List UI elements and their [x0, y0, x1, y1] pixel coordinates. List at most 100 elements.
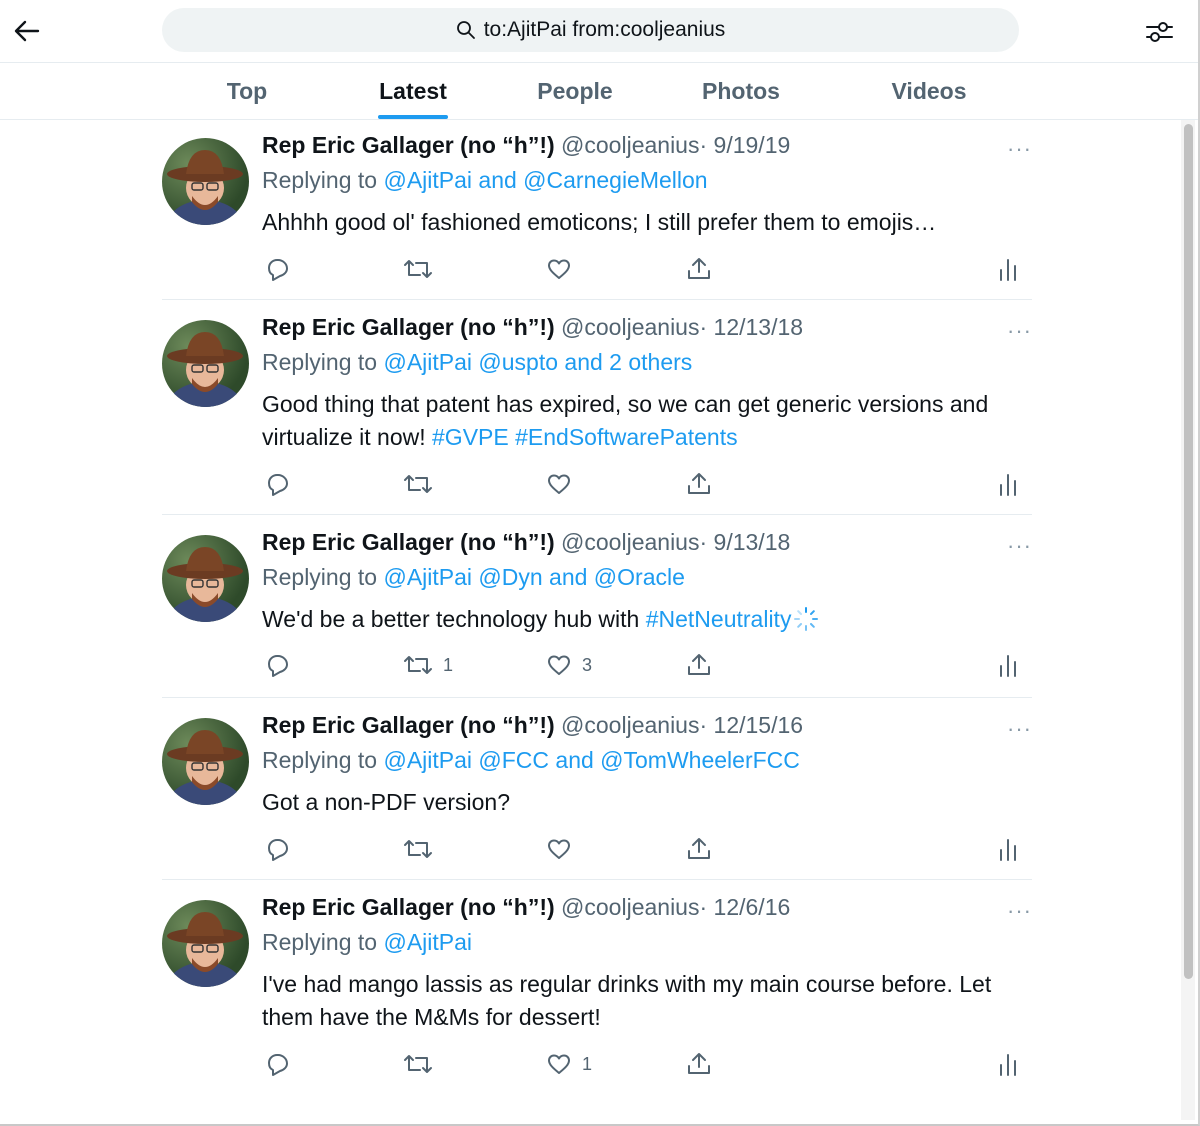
tab-latest[interactable]: Latest [356, 63, 470, 119]
retweet-icon [404, 260, 432, 278]
replying-to-links[interactable]: @AjitPai [383, 929, 472, 955]
replying-to-links[interactable]: @AjitPai @FCC and @TomWheelerFCC [383, 747, 799, 773]
reply-button[interactable] [264, 647, 290, 683]
author-name[interactable]: Rep Eric Gallager (no “h”!) [262, 132, 555, 158]
tweet-header: Rep Eric Gallager (no “h”!) @cooljeanius… [262, 529, 790, 556]
share-icon [688, 654, 710, 675]
analytics-button[interactable] [998, 1046, 1018, 1082]
retweet-button[interactable]: 1 [403, 647, 453, 683]
tab-videos[interactable]: Videos [870, 63, 988, 119]
author-name[interactable]: Rep Eric Gallager (no “h”!) [262, 314, 555, 340]
reply-button[interactable] [264, 251, 290, 287]
reply-icon [268, 474, 288, 496]
more-options-icon[interactable]: ··· [1007, 716, 1032, 742]
replying-to: Replying to @AjitPai [262, 929, 473, 955]
analytics-button[interactable] [998, 251, 1018, 287]
hashtag-link[interactable]: #NetNeutrality [646, 606, 792, 632]
author-handle[interactable]: @cooljeanius [561, 314, 699, 340]
scrollbar[interactable] [1181, 120, 1195, 1120]
retweet-button[interactable] [403, 831, 443, 867]
replying-to-links[interactable]: @AjitPai @Dyn and @Oracle [383, 564, 684, 590]
replying-to-links[interactable]: @AjitPai and @CarnegieMellon [383, 167, 707, 193]
tweet-actions: 1 [262, 1046, 1032, 1082]
author-name[interactable]: Rep Eric Gallager (no “h”!) [262, 712, 555, 738]
tab-photos[interactable]: Photos [682, 63, 800, 119]
reply-icon [268, 839, 288, 861]
tweet[interactable]: Rep Eric Gallager (no “h”!) @cooljeanius… [162, 515, 1032, 698]
reply-icon [268, 1054, 288, 1076]
reply-button[interactable] [264, 466, 290, 502]
avatar-image [165, 332, 245, 407]
author-handle[interactable]: @cooljeanius [561, 712, 699, 738]
like-button[interactable]: 1 [546, 1046, 592, 1082]
tweet-date[interactable]: · 12/13/18 [699, 314, 803, 340]
back-button[interactable] [10, 14, 44, 48]
author-name[interactable]: Rep Eric Gallager (no “h”!) [262, 894, 555, 920]
retweet-button[interactable] [403, 1046, 443, 1082]
tab-top[interactable]: Top [195, 63, 299, 119]
retweet-count: 1 [443, 654, 454, 675]
share-button[interactable] [686, 647, 712, 683]
more-options-icon[interactable]: ··· [1007, 318, 1032, 344]
like-count: 1 [582, 1053, 593, 1074]
tweet-actions [262, 831, 1032, 867]
author-name[interactable]: Rep Eric Gallager (no “h”!) [262, 529, 555, 555]
more-options-icon[interactable]: ··· [1007, 533, 1032, 559]
avatar[interactable] [162, 718, 249, 805]
retweet-icon [404, 1055, 432, 1073]
tab-people[interactable]: People [520, 63, 630, 119]
share-icon [688, 1053, 710, 1074]
retweet-button[interactable] [403, 251, 443, 287]
tweet[interactable]: Rep Eric Gallager (no “h”!) @cooljeanius… [162, 300, 1032, 515]
tweet[interactable]: Rep Eric Gallager (no “h”!) @cooljeanius… [162, 880, 1032, 1094]
avatar[interactable] [162, 320, 249, 407]
tweet-date[interactable]: · 9/19/19 [699, 132, 790, 158]
avatar[interactable] [162, 138, 249, 225]
heart-icon [548, 259, 570, 279]
author-handle[interactable]: @cooljeanius [561, 894, 699, 920]
tweet-date[interactable]: · 12/6/16 [699, 894, 790, 920]
replying-to: Replying to @AjitPai @Dyn and @Oracle [262, 564, 685, 590]
more-options-icon[interactable]: ··· [1007, 898, 1032, 924]
tweet-text: Got a non-PDF version? [262, 789, 511, 815]
analytics-icon [1000, 259, 1016, 281]
like-count: 3 [582, 654, 593, 675]
hashtag-links[interactable]: #GVPE #EndSoftwarePatents [432, 424, 738, 450]
author-handle[interactable]: @cooljeanius [561, 529, 699, 555]
like-button[interactable]: 3 [546, 647, 592, 683]
share-button[interactable] [686, 831, 712, 867]
scrollbar-thumb[interactable] [1184, 124, 1193, 979]
search-query: to:AjitPai from:cooljeanius [483, 18, 726, 41]
sliders-icon [1146, 22, 1173, 42]
analytics-button[interactable] [998, 466, 1018, 502]
avatar[interactable] [162, 900, 249, 987]
reply-icon [268, 655, 288, 677]
search-input[interactable]: to:AjitPai from:cooljeanius [162, 8, 1019, 52]
reply-button[interactable] [264, 831, 290, 867]
tweet[interactable]: Rep Eric Gallager (no “h”!) @cooljeanius… [162, 698, 1032, 880]
author-handle[interactable]: @cooljeanius [561, 132, 699, 158]
tweet[interactable]: Rep Eric Gallager (no “h”!) @cooljeanius… [162, 118, 1032, 300]
tweet-date[interactable]: · 9/13/18 [699, 529, 790, 555]
share-button[interactable] [686, 1046, 712, 1082]
retweet-button[interactable] [403, 466, 443, 502]
loading-spinner-icon [794, 607, 819, 631]
search-filter-button[interactable] [1141, 14, 1177, 50]
share-button[interactable] [686, 251, 712, 287]
analytics-button[interactable] [998, 831, 1018, 867]
reply-button[interactable] [264, 1046, 290, 1082]
avatar[interactable] [162, 535, 249, 622]
tweet-date[interactable]: · 12/15/16 [699, 712, 803, 738]
avatar-image [165, 730, 245, 805]
like-button[interactable] [546, 251, 582, 287]
search-icon [456, 21, 475, 39]
more-options-icon[interactable]: ··· [1007, 136, 1032, 162]
replying-to: Replying to @AjitPai and @CarnegieMellon [262, 167, 708, 193]
like-button[interactable] [546, 831, 582, 867]
retweet-icon [404, 656, 432, 674]
share-icon [688, 838, 710, 859]
analytics-button[interactable] [998, 647, 1018, 683]
share-button[interactable] [686, 466, 712, 502]
like-button[interactable] [546, 466, 582, 502]
replying-to-links[interactable]: @AjitPai @uspto and 2 others [383, 349, 692, 375]
